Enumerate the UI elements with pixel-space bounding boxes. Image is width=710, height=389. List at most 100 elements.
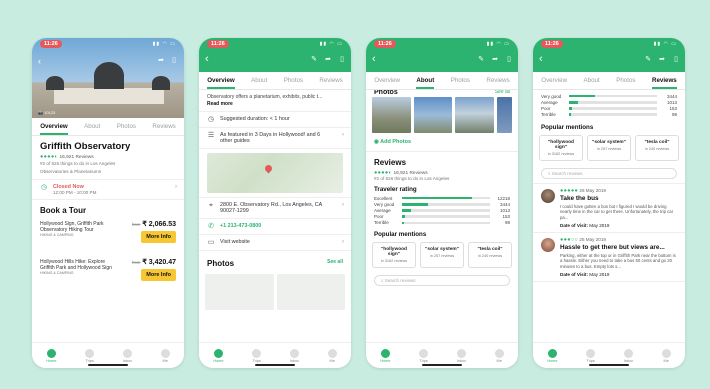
rating-bar-fill bbox=[402, 203, 429, 206]
tab-about[interactable]: About bbox=[84, 123, 100, 130]
photo-thumb[interactable] bbox=[496, 97, 512, 133]
nav-me[interactable]: Me bbox=[661, 348, 671, 363]
featured-guides-row[interactable]: ☰ As featured in 3 Days in Hollywood! an… bbox=[199, 128, 351, 149]
share-icon[interactable]: ➦ bbox=[158, 56, 164, 64]
read-more-link[interactable]: Read more bbox=[207, 101, 343, 107]
save-icon[interactable]: ▯ bbox=[674, 55, 678, 63]
review-count[interactable]: 16,921 Reviews bbox=[59, 155, 93, 160]
nav-home[interactable]: Home bbox=[380, 348, 390, 363]
save-icon[interactable]: ▯ bbox=[340, 55, 344, 63]
share-icon[interactable]: ➦ bbox=[325, 55, 331, 63]
nav-home[interactable]: Home bbox=[547, 348, 557, 363]
tour-item[interactable]: Hollywood Hills Hike: Explore Griffith P… bbox=[32, 256, 184, 286]
tour-item[interactable]: Hollywood Sign, Griffith Park Observator… bbox=[32, 218, 184, 248]
review-card[interactable]: ●●●○○ 25 May 2019 Hassle to get there bu… bbox=[533, 233, 685, 283]
photo-thumb[interactable] bbox=[455, 97, 494, 133]
tab-photos[interactable]: Photos bbox=[616, 77, 635, 84]
website-row[interactable]: ▭ Visit website › bbox=[199, 235, 351, 251]
nav-home[interactable]: Home bbox=[213, 348, 223, 363]
profile-icon bbox=[661, 348, 671, 358]
tour-name: Hollywood Sign, Griffith Park Observator… bbox=[40, 221, 104, 233]
review-card[interactable]: ●●●●● 26 May 2019 Take the bus I could h… bbox=[533, 182, 685, 233]
add-photos-button[interactable]: ◉ Add Photos bbox=[366, 135, 518, 152]
location-icon: ⌖ bbox=[209, 202, 213, 209]
save-icon[interactable]: ▯ bbox=[172, 56, 176, 64]
tab-overview[interactable]: Overview bbox=[40, 123, 68, 135]
see-all-link[interactable]: See all bbox=[327, 259, 343, 268]
mention-chip[interactable]: "tesla coil" in 240 reviews bbox=[468, 241, 512, 268]
hours-row[interactable]: ◷ Closed Now 12:00 PM - 10:00 PM › bbox=[32, 179, 184, 200]
inbox-icon bbox=[122, 348, 132, 358]
more-info-button[interactable]: More Info bbox=[141, 231, 176, 243]
nav-me[interactable]: Me bbox=[327, 348, 337, 363]
nav-inbox[interactable]: Inbox bbox=[456, 348, 466, 363]
nav-me[interactable]: Me bbox=[160, 348, 170, 363]
tab-photos[interactable]: Photos bbox=[284, 77, 303, 84]
mention-chip[interactable]: "hollywood sign" in 3162 reviews bbox=[372, 241, 416, 268]
back-icon[interactable]: ‹ bbox=[539, 53, 543, 65]
nav-home[interactable]: Home bbox=[46, 348, 56, 363]
phone-icon: ✆ bbox=[208, 223, 214, 230]
share-icon[interactable]: ➦ bbox=[659, 55, 665, 63]
mention-chip[interactable]: "solar system" in 257 reviews bbox=[587, 134, 631, 161]
inbox-icon bbox=[456, 348, 466, 358]
app-bar: ‹ ✎ ➦ ▯ bbox=[199, 50, 351, 72]
nav-inbox[interactable]: Inbox bbox=[290, 348, 299, 363]
back-icon[interactable]: ‹ bbox=[372, 53, 376, 65]
nav-inbox[interactable]: Inbox bbox=[122, 348, 132, 363]
back-icon[interactable]: ‹ bbox=[38, 56, 41, 66]
tab-about[interactable]: About bbox=[416, 77, 435, 89]
location-map[interactable] bbox=[207, 153, 343, 193]
back-icon[interactable]: ‹ bbox=[205, 53, 209, 65]
nav-trips[interactable]: Trips bbox=[586, 348, 596, 363]
tab-overview[interactable]: Overview bbox=[207, 77, 235, 89]
tab-about[interactable]: About bbox=[251, 77, 267, 84]
rating-bar bbox=[402, 221, 490, 225]
save-icon[interactable]: ▯ bbox=[507, 55, 511, 63]
share-icon[interactable]: ➦ bbox=[492, 55, 498, 63]
nav-inbox[interactable]: Inbox bbox=[624, 348, 633, 363]
photo-thumb[interactable] bbox=[413, 97, 453, 133]
search-reviews-input[interactable]: ⌕ Search reviews bbox=[541, 167, 677, 179]
tab-reviews[interactable]: Reviews bbox=[319, 77, 342, 84]
address-row[interactable]: ⌖ 2800 E. Observatory Rd., Los Angeles, … bbox=[199, 197, 351, 219]
mention-chip[interactable]: "tesla coil" in 240 reviews bbox=[635, 134, 679, 161]
see-all-link[interactable]: See all bbox=[495, 90, 510, 95]
status-time: 11:26 bbox=[541, 40, 563, 48]
tab-reviews[interactable]: Reviews bbox=[486, 77, 509, 84]
nav-trips[interactable]: Trips bbox=[252, 348, 262, 363]
rating-count: 3444 bbox=[499, 201, 510, 207]
tab-overview[interactable]: Overview bbox=[374, 77, 400, 84]
photo-strip bbox=[199, 272, 351, 312]
tab-photos[interactable]: Photos bbox=[451, 77, 470, 84]
review-icon[interactable]: ✎ bbox=[478, 55, 484, 63]
tab-photos[interactable]: Photos bbox=[117, 123, 136, 130]
home-indicator bbox=[255, 364, 295, 366]
hero-photo[interactable]: 11:26 ▮▮ ◠ ▭ ‹ ▯ ➦ 📷 10123 bbox=[32, 38, 184, 118]
tab-overview[interactable]: Overview bbox=[541, 77, 567, 84]
review-icon[interactable]: ✎ bbox=[311, 55, 317, 63]
nav-trips[interactable]: Trips bbox=[419, 348, 429, 363]
photo-thumb[interactable] bbox=[372, 97, 411, 133]
tab-about[interactable]: About bbox=[584, 77, 600, 84]
search-icon: ⌕ bbox=[548, 170, 551, 176]
map-pin-icon bbox=[263, 163, 274, 174]
duration-row: ◷ Suggested duration: < 1 hour bbox=[199, 111, 351, 128]
phone-reviews-screen: 11:26 ▮▮ ◠ ▭ ‹ ✎ ➦ ▯ Overview About Phot… bbox=[533, 38, 685, 368]
nav-me[interactable]: Me bbox=[494, 348, 504, 363]
phone-row[interactable]: ✆ +1 213-473-0800 bbox=[199, 219, 351, 235]
search-reviews-input[interactable]: ⌕ Search reviews bbox=[374, 274, 510, 286]
tour-price: from ₹ 2,066.53 bbox=[131, 221, 176, 228]
status-bar: 11:26 ▮▮ ◠ ▭ bbox=[199, 38, 351, 50]
mention-chip[interactable]: "hollywood sign" in 3162 reviews bbox=[539, 134, 583, 161]
rating-label: Terrible bbox=[374, 220, 389, 226]
review-icon[interactable]: ✎ bbox=[645, 55, 651, 63]
tab-reviews[interactable]: Reviews bbox=[152, 123, 175, 130]
rating-bar bbox=[402, 196, 490, 200]
photo-thumb[interactable] bbox=[205, 274, 274, 310]
tab-reviews[interactable]: Reviews bbox=[651, 77, 677, 89]
nav-trips[interactable]: Trips bbox=[85, 348, 95, 363]
mention-chip[interactable]: "solar system" in 257 reviews bbox=[420, 241, 464, 268]
more-info-button[interactable]: More Info bbox=[141, 269, 176, 281]
photo-thumb[interactable] bbox=[276, 274, 345, 310]
